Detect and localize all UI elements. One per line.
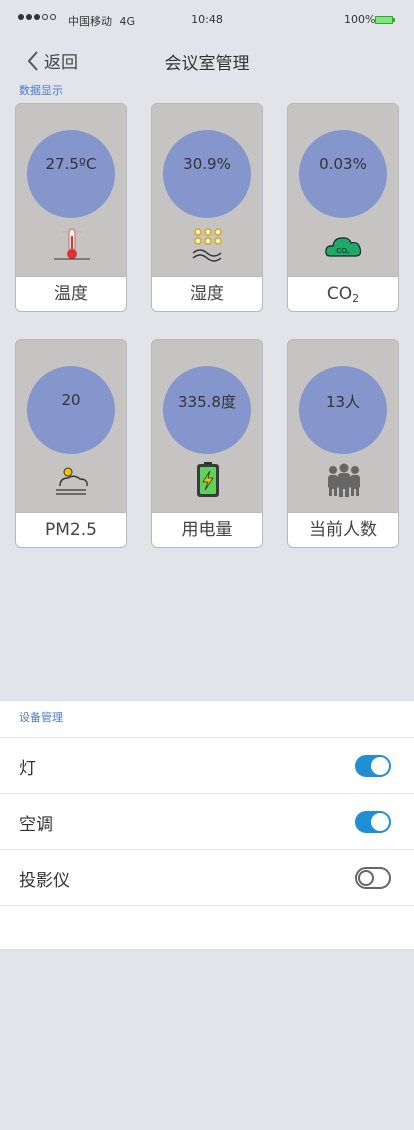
power-value: 335.8度 xyxy=(178,393,236,411)
people-value: 13人 xyxy=(325,393,361,411)
thermometer-icon xyxy=(54,228,90,260)
device-row-ac: 空调 xyxy=(0,794,414,850)
projector-toggle[interactable] xyxy=(355,867,391,889)
ac-toggle[interactable] xyxy=(355,811,391,833)
battery-icon xyxy=(197,462,219,497)
device-name-ac: 空调 xyxy=(19,815,53,835)
battery-percent: 100% xyxy=(344,13,376,26)
data-section-label: 数据显示 xyxy=(19,84,63,97)
card-power[interactable]: 335.8度 用电量 xyxy=(151,339,263,548)
device-row-projector: 投影仪 xyxy=(0,850,414,906)
temperature-value: 27.5ºC xyxy=(45,155,97,173)
value-circle: 0.03% xyxy=(299,130,387,218)
co2-value: 0.03% xyxy=(319,155,367,173)
co2-label: CO2 xyxy=(288,276,398,311)
pm25-value: 20 xyxy=(61,391,81,409)
device-row-light: 灯 xyxy=(0,738,414,794)
card-co2[interactable]: 0.03% CO₂ CO2 xyxy=(287,103,399,312)
co2-label-subscript: 2 xyxy=(352,292,360,305)
card-people[interactable]: 13人 当前人数 xyxy=(287,339,399,548)
device-panel: 设备管理 灯 空调 投影仪 xyxy=(0,700,414,950)
people-label: 当前人数 xyxy=(288,512,398,547)
toggle-knob xyxy=(371,757,389,775)
nav-bar: 返回 会议室管理 xyxy=(0,40,414,80)
pm25-label: PM2.5 xyxy=(16,512,126,547)
device-section-label: 设备管理 xyxy=(0,701,414,738)
card-temperature[interactable]: 27.5ºC 温度 xyxy=(15,103,127,312)
value-circle: 20 xyxy=(27,366,115,454)
value-circle: 30.9% xyxy=(163,130,251,218)
status-bar: 中国移动 4G 10:48 100% xyxy=(0,0,414,40)
toggle-knob xyxy=(371,813,389,831)
card-humidity[interactable]: 30.9% 湿度 xyxy=(151,103,263,312)
value-circle: 13人 xyxy=(299,366,387,454)
power-label: 用电量 xyxy=(152,512,262,547)
card-pm25[interactable]: 20 PM2.5 xyxy=(15,339,127,548)
value-circle: 335.8度 xyxy=(163,366,251,454)
light-toggle[interactable] xyxy=(355,755,391,777)
humidity-label: 湿度 xyxy=(152,276,262,311)
humidity-value: 30.9% xyxy=(183,155,231,173)
battery-icon xyxy=(375,16,395,24)
co2-label-text: CO xyxy=(326,284,353,304)
svg-text:CO₂: CO₂ xyxy=(336,248,350,255)
people-icon xyxy=(328,463,360,497)
humidity-icon xyxy=(192,228,222,262)
pm25-icon xyxy=(56,467,88,495)
device-name-projector: 投影仪 xyxy=(19,871,70,891)
value-circle: 27.5ºC xyxy=(27,130,115,218)
toggle-knob xyxy=(358,870,374,886)
page-title: 会议室管理 xyxy=(164,54,250,74)
co2-cloud-icon: CO₂ xyxy=(325,237,362,257)
device-name-light: 灯 xyxy=(19,759,36,779)
temperature-label: 温度 xyxy=(16,276,126,311)
